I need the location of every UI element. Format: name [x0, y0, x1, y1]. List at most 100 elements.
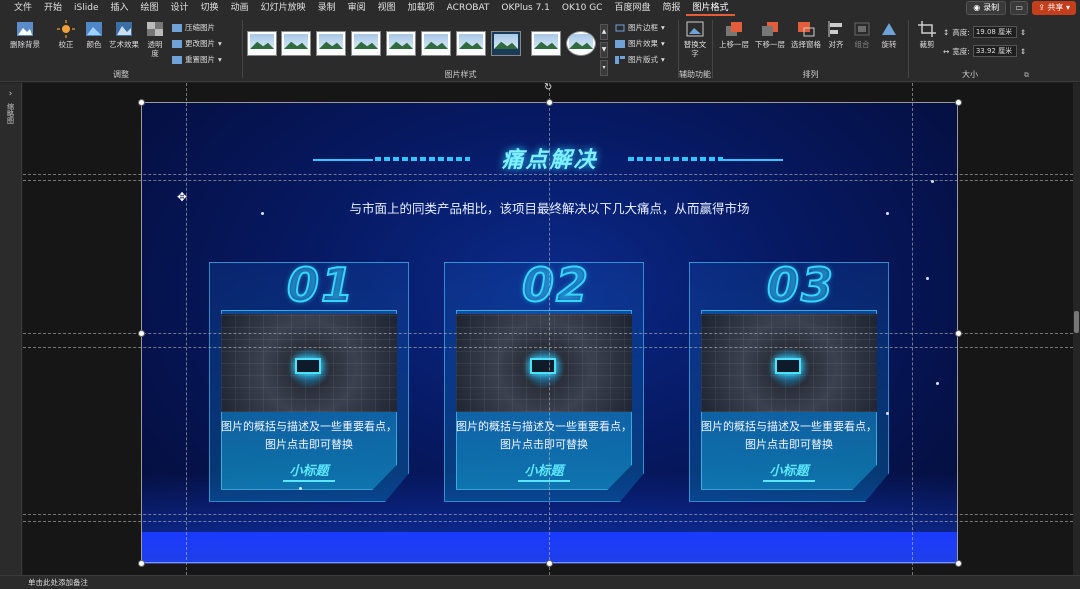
width-spinner[interactable]: ⇕ — [1020, 47, 1026, 56]
guide-line[interactable] — [23, 333, 1073, 334]
menu-item[interactable]: OKPlus 7.1 — [495, 0, 555, 16]
card-description[interactable]: 图片的概括与描述及一些重要看点，图片点击即可替换 — [221, 418, 397, 454]
guide-line[interactable] — [23, 514, 1073, 515]
share-button[interactable]: ⇪ 共享 ▾ — [1032, 1, 1076, 15]
card-description[interactable]: 图片的概括与描述及一些重要看点，图片点击即可替换 — [701, 418, 877, 454]
vertical-scrollbar[interactable] — [1073, 83, 1080, 575]
expand-pane-icon[interactable]: › — [0, 89, 21, 99]
picture-effects-button[interactable]: 图片效果 ▾ — [615, 38, 665, 49]
transparency-label: 透明度 — [147, 40, 163, 58]
guide-line[interactable] — [23, 347, 1073, 348]
size-dialog-launcher-icon[interactable]: ⧉ — [1024, 71, 1029, 80]
remove-background-button[interactable]: 删除背景 — [6, 20, 44, 49]
card-subtitle[interactable]: 小标题 — [701, 460, 877, 479]
resize-handle[interactable] — [955, 560, 962, 567]
menu-item[interactable]: 视图 — [372, 0, 402, 16]
corrections-button[interactable]: 校正 — [52, 20, 80, 49]
align-button[interactable]: 对齐 — [825, 20, 847, 49]
resize-handle[interactable] — [138, 330, 145, 337]
menu-item[interactable]: 审阅 — [342, 0, 372, 16]
menu-item[interactable]: 幻灯片放映 — [255, 0, 312, 16]
resize-handle[interactable] — [138, 99, 145, 106]
style-thumb[interactable] — [247, 31, 277, 56]
guide-line[interactable] — [912, 83, 913, 575]
height-spinner[interactable]: ⇕ — [1020, 28, 1026, 37]
resize-handle[interactable] — [955, 330, 962, 337]
gallery-down-button[interactable]: ▼ — [600, 42, 608, 58]
rotate-handle-icon[interactable]: ↻ — [544, 82, 552, 93]
card-number: 01 — [286, 257, 356, 313]
align-label: 对齐 — [828, 40, 844, 49]
style-thumb[interactable] — [421, 31, 451, 56]
menu-item[interactable]: 录制 — [312, 0, 342, 16]
reset-picture-button[interactable]: 重置图片 ▾ — [172, 54, 222, 65]
artistic-effects-button[interactable]: 艺术效果 — [108, 20, 140, 49]
style-thumb[interactable] — [566, 31, 596, 56]
card-chip-image[interactable] — [221, 314, 397, 412]
pain-point-card[interactable]: 02 图片的概括与描述及一些重要看点，图片点击即可替换 小标题 — [444, 257, 644, 502]
rotate-button[interactable]: 旋转 — [877, 20, 901, 49]
selection-pane-button[interactable]: 选择窗格 — [789, 20, 823, 49]
menu-item[interactable]: 动画 — [225, 0, 255, 16]
menu-item[interactable]: 图片格式 — [686, 0, 735, 16]
card-description[interactable]: 图片的概括与描述及一些重要看点，图片点击即可替换 — [456, 418, 632, 454]
slide-canvas[interactable]: 痛点解决 与市面上的同类产品相比，该项目最终解决以下几大痛点，从而赢得市场 01… — [23, 83, 1073, 575]
guide-line[interactable] — [186, 83, 187, 575]
scrollbar-thumb[interactable] — [1074, 311, 1079, 333]
record-button[interactable]: ◉ 录制 — [966, 1, 1007, 15]
menu-item[interactable]: 开始 — [38, 0, 68, 16]
transparency-button[interactable]: 透明度 — [144, 20, 166, 58]
menu-item[interactable]: 简报 — [656, 0, 686, 16]
compress-icon — [172, 23, 182, 32]
style-thumb[interactable] — [531, 31, 561, 56]
pain-point-card[interactable]: 01 图片的概括与描述及一些重要看点，图片点击即可替换 小标题 — [209, 257, 409, 502]
menu-item[interactable]: iSlide — [68, 0, 104, 16]
guide-line[interactable] — [23, 521, 1073, 522]
style-thumb[interactable] — [316, 31, 346, 56]
transparency-icon — [147, 22, 163, 36]
menu-item[interactable]: 文件 — [8, 0, 38, 16]
resize-handle[interactable] — [546, 560, 553, 567]
menu-item[interactable]: OK10 GC — [556, 0, 609, 16]
style-thumb[interactable] — [456, 31, 486, 56]
guide-line[interactable] — [549, 83, 550, 575]
comments-button[interactable]: ▭ — [1010, 1, 1029, 15]
style-thumb[interactable] — [491, 31, 521, 56]
gallery-up-button[interactable]: ▲ — [600, 24, 608, 40]
menu-item[interactable]: 设计 — [165, 0, 195, 16]
pain-point-card[interactable]: 03 图片的概括与描述及一些重要看点，图片点击即可替换 小标题 — [689, 257, 889, 502]
picture-border-button[interactable]: 图片边框 ▾ — [615, 22, 665, 33]
menu-item[interactable]: 百度网盘 — [608, 0, 656, 16]
notes-bar[interactable]: 单击此处添加备注 — [0, 575, 1080, 589]
menu-item[interactable]: 切换 — [195, 0, 225, 16]
menu-bar: 文件 开始 iSlide 插入 绘图 设计 切换 动画 幻灯片放映 录制 审阅 视图 加载项 ACROBA… — [0, 0, 1080, 16]
thumbnail-pane-label[interactable]: 缩略图 — [6, 103, 16, 124]
color-button[interactable]: 颜色 — [82, 20, 106, 49]
compress-pictures-button[interactable]: 压缩图片 — [172, 22, 215, 33]
menu-item[interactable]: 绘图 — [135, 0, 165, 16]
picture-layout-button[interactable]: 图片版式 ▾ — [615, 54, 665, 65]
group-button[interactable]: 组合 — [851, 20, 873, 49]
style-thumb[interactable] — [351, 31, 381, 56]
guide-line[interactable] — [23, 180, 1073, 181]
bring-forward-button[interactable]: 上移一层 — [717, 20, 751, 49]
guide-line[interactable] — [23, 174, 1073, 175]
menu-item[interactable]: 插入 — [105, 0, 135, 16]
card-chip-image[interactable] — [456, 314, 632, 412]
alt-text-button[interactable]: 替换文字 — [683, 20, 707, 58]
resize-handle[interactable] — [955, 99, 962, 106]
send-backward-button[interactable]: 下移一层 — [753, 20, 787, 49]
card-chip-image[interactable] — [701, 314, 877, 412]
change-picture-button[interactable]: 更改图片 ▾ — [172, 38, 222, 49]
resize-handle[interactable] — [546, 99, 553, 106]
resize-handle[interactable] — [138, 560, 145, 567]
card-subtitle[interactable]: 小标题 — [456, 460, 632, 479]
width-input[interactable]: 33.92 厘米 — [972, 45, 1017, 57]
height-input[interactable]: 19.08 厘米 — [972, 26, 1017, 38]
style-thumb[interactable] — [386, 31, 416, 56]
menu-item[interactable]: 加载项 — [402, 0, 441, 16]
card-subtitle[interactable]: 小标题 — [221, 460, 397, 479]
menu-item[interactable]: ACROBAT — [441, 0, 496, 16]
crop-button[interactable]: 裁剪 — [915, 20, 939, 49]
style-thumb[interactable] — [281, 31, 311, 56]
